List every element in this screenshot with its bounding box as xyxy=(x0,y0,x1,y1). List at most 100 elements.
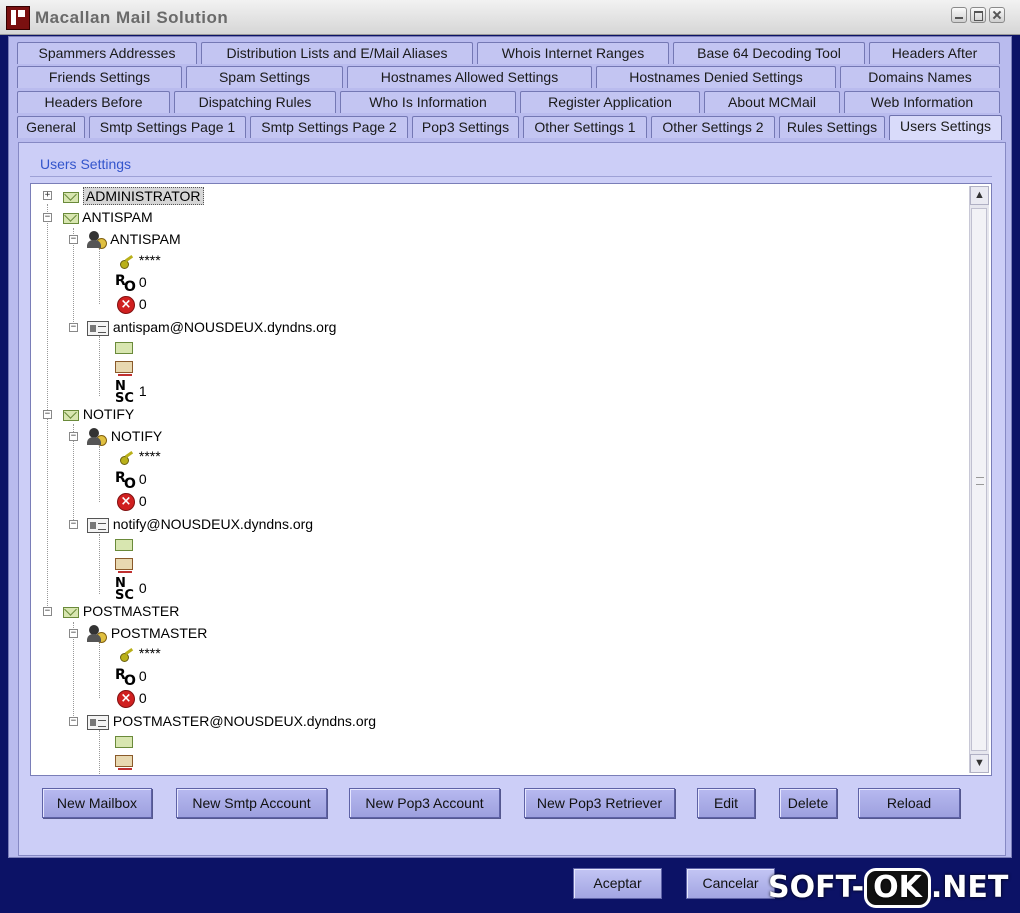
tab-friends-settings[interactable]: Friends Settings xyxy=(17,66,182,88)
collapse-icon[interactable]: − xyxy=(69,323,78,332)
tab-domains-names[interactable]: Domains Names xyxy=(840,66,1000,88)
tree-node-user[interactable]: ANTISPAM xyxy=(87,229,181,250)
tab-users-settings[interactable]: Users Settings xyxy=(889,115,1002,140)
tree-scrollbar[interactable]: ▲ ▼ xyxy=(969,186,989,773)
tab-other-settings-1[interactable]: Other Settings 1 xyxy=(523,116,647,138)
tab-headers-before[interactable]: Headers Before xyxy=(17,91,170,113)
close-button[interactable] xyxy=(989,7,1005,23)
tree-node-address[interactable]: antispam@NOUSDEUX.dyndns.org xyxy=(87,317,336,337)
tree-node-mail-out[interactable] xyxy=(115,356,133,377)
scroll-down-icon[interactable]: ▼ xyxy=(970,754,989,773)
tree-node-readonly[interactable]: RO 0 xyxy=(115,469,147,492)
disabled-value: 0 xyxy=(138,690,147,706)
mail-out-icon xyxy=(115,558,133,574)
address-card-icon xyxy=(87,517,109,533)
mailbox-icon xyxy=(63,606,79,618)
tab-headers-after[interactable]: Headers After xyxy=(869,42,1000,64)
tree-line xyxy=(99,642,100,698)
tree-node-readonly[interactable]: RO 0 xyxy=(115,272,147,296)
tab-general[interactable]: General xyxy=(17,116,85,138)
tree-node-administrator[interactable]: ADMINISTRATOR xyxy=(63,186,204,206)
cancel-button[interactable]: Cancelar xyxy=(686,868,775,899)
tree-node-address[interactable]: POSTMASTER@NOUSDEUX.dyndns.org xyxy=(87,711,376,731)
watermark-ok-box: OK xyxy=(864,868,931,908)
tab-spammers-addresses[interactable]: Spammers Addresses xyxy=(17,42,197,64)
tree-node-nsc[interactable]: N SC 1 xyxy=(115,379,147,406)
password-value: **** xyxy=(138,448,161,464)
tab-about-mcmail[interactable]: About MCMail xyxy=(704,91,840,113)
minimize-button[interactable] xyxy=(951,7,967,23)
tab-register-application[interactable]: Register Application xyxy=(520,91,700,113)
tree-node-mail-in[interactable] xyxy=(115,337,133,357)
collapse-icon[interactable]: − xyxy=(69,629,78,638)
tree-node-address[interactable]: notify@NOUSDEUX.dyndns.org xyxy=(87,514,313,534)
tree-node-mail-out[interactable] xyxy=(115,553,133,574)
new-mailbox-button[interactable]: New Mailbox xyxy=(42,788,152,818)
address-label: antispam@NOUSDEUX.dyndns.org xyxy=(112,319,337,335)
tree-node-password[interactable]: **** xyxy=(119,643,161,663)
tree-node-readonly[interactable]: RO 0 xyxy=(115,666,147,690)
tab-smtp-page-2[interactable]: Smtp Settings Page 2 xyxy=(250,116,408,138)
mailbox-icon xyxy=(63,212,79,224)
tree-node-password[interactable]: **** xyxy=(119,446,161,466)
scroll-up-icon[interactable]: ▲ xyxy=(970,186,989,205)
tab-hostnames-allowed[interactable]: Hostnames Allowed Settings xyxy=(347,66,592,88)
collapse-icon[interactable]: − xyxy=(43,410,52,419)
tab-rules-settings[interactable]: Rules Settings xyxy=(779,116,885,138)
users-tree[interactable]: + ADMINISTRATOR − ANTISPAM − ANTISPAM **… xyxy=(30,183,992,776)
readonly-icon: RO xyxy=(115,273,136,296)
group-label: Users Settings xyxy=(40,156,132,172)
tab-distribution-lists[interactable]: Distribution Lists and E/Mail Aliases xyxy=(201,42,473,64)
tree-node-mail-in[interactable] xyxy=(115,534,133,554)
reload-button[interactable]: Reload xyxy=(858,788,960,818)
tab-whois-information[interactable]: Who Is Information xyxy=(340,91,516,113)
watermark-text-left: SOFT- xyxy=(768,870,865,905)
tab-smtp-page-1[interactable]: Smtp Settings Page 1 xyxy=(89,116,246,138)
collapse-icon[interactable]: − xyxy=(43,213,52,222)
mail-in-icon xyxy=(115,539,133,552)
tree-node-disabled[interactable]: × 0 xyxy=(117,688,147,709)
tree-node-mail-in[interactable] xyxy=(115,731,133,751)
collapse-icon[interactable]: − xyxy=(69,520,78,529)
tree-line xyxy=(99,534,100,594)
tree-node-postmaster[interactable]: POSTMASTER xyxy=(63,601,179,621)
tree-node-nsc[interactable]: N SC 0 xyxy=(115,576,147,603)
tree-node-mail-out[interactable] xyxy=(115,750,133,771)
tree-node-disabled[interactable]: × 0 xyxy=(117,294,147,315)
tab-pop3-settings[interactable]: Pop3 Settings xyxy=(412,116,519,138)
expand-icon[interactable]: + xyxy=(43,191,52,200)
new-pop3-retriever-button[interactable]: New Pop3 Retriever xyxy=(524,788,675,818)
collapse-icon[interactable]: − xyxy=(43,607,52,616)
password-value: **** xyxy=(138,252,161,268)
tab-hostnames-denied[interactable]: Hostnames Denied Settings xyxy=(596,66,836,88)
scroll-thumb[interactable] xyxy=(971,208,987,751)
tree-node-password[interactable]: **** xyxy=(119,250,161,270)
new-pop3-account-button[interactable]: New Pop3 Account xyxy=(349,788,500,818)
collapse-icon[interactable]: − xyxy=(69,717,78,726)
tab-base64-decoding-tool[interactable]: Base 64 Decoding Tool xyxy=(673,42,865,64)
tab-other-settings-2[interactable]: Other Settings 2 xyxy=(651,116,775,138)
tab-spam-settings[interactable]: Spam Settings xyxy=(186,66,343,88)
collapse-icon[interactable]: − xyxy=(69,235,78,244)
readonly-icon: RO xyxy=(115,667,136,690)
tab-web-information[interactable]: Web Information xyxy=(844,91,1000,113)
tree-node-notify[interactable]: NOTIFY xyxy=(63,404,134,424)
group-divider xyxy=(30,176,992,177)
maximize-button[interactable] xyxy=(970,7,986,23)
user-icon xyxy=(87,427,107,447)
address-card-icon xyxy=(87,714,109,730)
tab-whois-internet-ranges[interactable]: Whois Internet Ranges xyxy=(477,42,669,64)
collapse-icon[interactable]: − xyxy=(69,432,78,441)
tree-node-disabled[interactable]: × 0 xyxy=(117,491,147,512)
nsc-value: 0 xyxy=(138,580,147,596)
tree-node-user[interactable]: POSTMASTER xyxy=(87,623,207,644)
tab-dispatching-rules[interactable]: Dispatching Rules xyxy=(174,91,336,113)
delete-button[interactable]: Delete xyxy=(779,788,837,818)
edit-button[interactable]: Edit xyxy=(697,788,755,818)
tree-node-antispam[interactable]: ANTISPAM xyxy=(63,207,153,227)
new-smtp-account-button[interactable]: New Smtp Account xyxy=(176,788,327,818)
accept-button[interactable]: Aceptar xyxy=(573,868,662,899)
tree-node-user[interactable]: NOTIFY xyxy=(87,426,162,447)
address-label: POSTMASTER@NOUSDEUX.dyndns.org xyxy=(112,713,377,729)
title-bar[interactable]: Macallan Mail Solution xyxy=(0,0,1020,35)
